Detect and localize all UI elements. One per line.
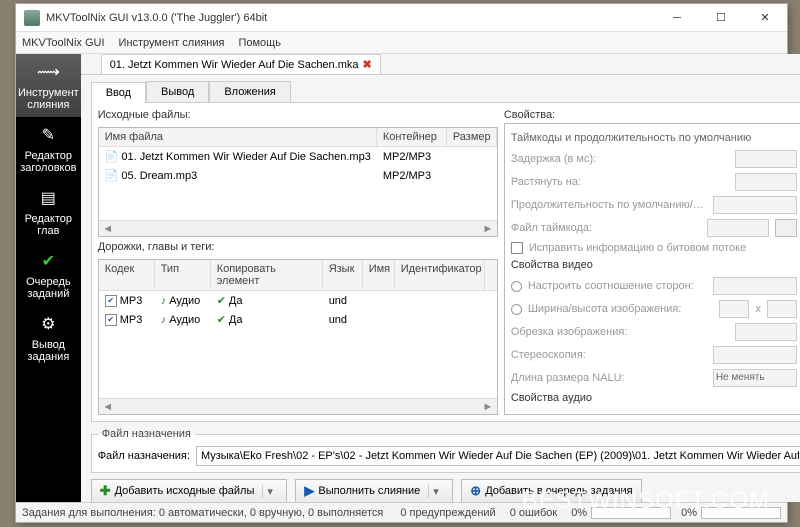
source-files-list[interactable]: Имя файла Контейнер Размер 📄01. Jetzt Ko… bbox=[98, 127, 498, 237]
file-icon: 📄 bbox=[105, 169, 119, 182]
stretch-input[interactable] bbox=[735, 173, 797, 191]
col-id[interactable]: Идентификатор bbox=[395, 260, 485, 290]
crop-input[interactable] bbox=[735, 323, 797, 341]
status-percent: 0% bbox=[681, 507, 697, 519]
fps-select[interactable] bbox=[713, 196, 797, 214]
menu-item[interactable]: MKVToolNix GUI bbox=[22, 37, 105, 49]
minimize-button[interactable]: ─ bbox=[655, 4, 699, 32]
height-input[interactable] bbox=[767, 300, 797, 318]
sidebar-item-chapter-editor[interactable]: ▤ Редактор глав bbox=[16, 180, 81, 243]
file-tab[interactable]: 01. Jetzt Kommen Wir Wieder Auf Die Sach… bbox=[101, 54, 381, 74]
source-files-label: Исходные файлы: bbox=[98, 109, 498, 121]
tab-output[interactable]: Вывод bbox=[146, 81, 209, 102]
file-icon: 📄 bbox=[105, 150, 119, 163]
merge-tool-icon: ⟿ bbox=[36, 60, 60, 84]
sidebar-item-job-queue[interactable]: ✔ Очередь заданий bbox=[16, 243, 81, 306]
browse-button[interactable] bbox=[775, 219, 797, 237]
col-codec[interactable]: Кодек bbox=[99, 260, 155, 290]
chapters-icon: ▤ bbox=[36, 186, 60, 210]
close-button[interactable]: ✕ bbox=[743, 4, 787, 32]
sidebar-item-merge[interactable]: ⟿ Инструмент слияния bbox=[16, 54, 81, 117]
menubar: MKVToolNix GUI Инструмент слияния Помощь bbox=[16, 32, 787, 54]
close-tab-icon[interactable]: ✖ bbox=[363, 58, 372, 71]
plus-icon: ✚ bbox=[100, 483, 111, 499]
fix-bitstream-checkbox[interactable] bbox=[511, 242, 523, 254]
play-icon: ▶ bbox=[304, 483, 314, 499]
check-icon: ✔ bbox=[36, 249, 60, 273]
scroll-left-icon[interactable]: ◄ bbox=[101, 222, 115, 236]
scroll-right-icon[interactable]: ► bbox=[481, 400, 495, 414]
app-window: MKVToolNix GUI v13.0.0 ('The Juggler') 6… bbox=[15, 3, 788, 523]
wh-radio[interactable] bbox=[511, 304, 522, 315]
scroll-right-icon[interactable]: ► bbox=[481, 222, 495, 236]
menu-item[interactable]: Инструмент слияния bbox=[119, 37, 225, 49]
file-tabs: 01. Jetzt Kommen Wir Wieder Auf Die Sach… bbox=[81, 54, 800, 75]
audio-icon: ♪ bbox=[161, 295, 167, 307]
progress-bar bbox=[701, 507, 781, 519]
checkmark-icon: ✔ bbox=[217, 313, 226, 326]
window-title: MKVToolNix GUI v13.0.0 ('The Juggler') 6… bbox=[46, 12, 655, 24]
checkmark-icon: ✔ bbox=[217, 294, 226, 307]
width-input[interactable] bbox=[719, 300, 749, 318]
aspect-select[interactable] bbox=[713, 277, 797, 295]
status-jobs: Задания для выполнения: 0 автоматически,… bbox=[22, 507, 400, 519]
sidebar: ⟿ Инструмент слияния ✎ Редактор заголовк… bbox=[16, 54, 81, 502]
audio-icon: ♪ bbox=[161, 314, 167, 326]
h-scrollbar[interactable]: ◄► bbox=[99, 398, 497, 414]
audio-section: Свойства аудио bbox=[511, 392, 797, 404]
tab-attachments[interactable]: Вложения bbox=[209, 81, 291, 102]
list-item[interactable]: 📄01. Jetzt Kommen Wir Wieder Auf Die Sac… bbox=[99, 147, 497, 166]
checkbox-icon[interactable]: ✔ bbox=[105, 295, 117, 307]
nalu-select[interactable]: Не менять bbox=[713, 369, 797, 387]
scroll-left-icon[interactable]: ◄ bbox=[101, 400, 115, 414]
checkbox-icon[interactable]: ✔ bbox=[105, 314, 117, 326]
app-icon bbox=[24, 10, 40, 26]
statusbar: Задания для выполнения: 0 автоматически,… bbox=[16, 502, 787, 522]
sidebar-item-header-editor[interactable]: ✎ Редактор заголовков bbox=[16, 117, 81, 180]
dest-label: Файл назначения: bbox=[98, 450, 190, 462]
status-warnings[interactable]: 0 предупреждений bbox=[400, 507, 495, 519]
sidebar-item-job-output[interactable]: ⚙ Вывод задания bbox=[16, 306, 81, 369]
status-percent: 0% bbox=[571, 507, 587, 519]
aspect-radio[interactable] bbox=[511, 281, 522, 292]
col-name[interactable]: Имя bbox=[363, 260, 395, 290]
tracks-list[interactable]: Кодек Тип Копировать элемент Язык Имя Ид… bbox=[98, 259, 498, 415]
timecodes-section: Таймкоды и продолжительность по умолчани… bbox=[511, 132, 797, 144]
properties-heading: Свойства: bbox=[504, 109, 800, 121]
col-type[interactable]: Тип bbox=[155, 260, 211, 290]
add-to-queue-button[interactable]: ⊕Добавить в очередь задания bbox=[461, 479, 641, 503]
col-size[interactable]: Размер bbox=[447, 128, 497, 146]
titlebar[interactable]: MKVToolNix GUI v13.0.0 ('The Juggler') 6… bbox=[16, 4, 787, 32]
pencil-icon: ✎ bbox=[36, 123, 60, 147]
delay-input[interactable] bbox=[735, 150, 797, 168]
add-files-button[interactable]: ✚Добавить исходные файлы▾ bbox=[91, 479, 288, 503]
chevron-down-icon[interactable]: ▾ bbox=[262, 485, 278, 498]
properties-panel[interactable]: Таймкоды и продолжительность по умолчани… bbox=[504, 123, 800, 415]
list-item[interactable]: 📄05. Dream.mp3 MP2/MP3 bbox=[99, 166, 497, 185]
col-filename[interactable]: Имя файла bbox=[99, 128, 377, 146]
progress-bar bbox=[591, 507, 671, 519]
tracks-label: Дорожки, главы и теги: bbox=[98, 241, 498, 253]
track-row[interactable]: ✔MP3 ♪Аудио ✔Да und bbox=[99, 310, 497, 329]
maximize-button[interactable]: ☐ bbox=[699, 4, 743, 32]
chevron-down-icon[interactable]: ▾ bbox=[428, 485, 444, 498]
start-merge-button[interactable]: ▶Выполнить слияние▾ bbox=[295, 479, 453, 503]
h-scrollbar[interactable]: ◄► bbox=[99, 220, 497, 236]
status-errors[interactable]: 0 ошибок bbox=[510, 507, 558, 519]
col-lang[interactable]: Язык bbox=[323, 260, 363, 290]
tab-input[interactable]: Ввод bbox=[91, 82, 146, 103]
tcfile-input[interactable] bbox=[707, 219, 769, 237]
destination-group: Файл назначения Файл назначения: bbox=[91, 428, 800, 473]
col-container[interactable]: Контейнер bbox=[377, 128, 447, 146]
col-copy[interactable]: Копировать элемент bbox=[211, 260, 323, 290]
menu-item[interactable]: Помощь bbox=[238, 37, 281, 49]
track-row[interactable]: ✔MP3 ♪Аудио ✔Да und bbox=[99, 291, 497, 310]
gear-icon: ⚙ bbox=[36, 312, 60, 336]
video-section: Свойства видео bbox=[511, 259, 797, 271]
dest-path-input[interactable] bbox=[196, 446, 800, 466]
stereo-select[interactable] bbox=[713, 346, 797, 364]
queue-icon: ⊕ bbox=[470, 483, 481, 499]
section-tabs: Ввод Вывод Вложения bbox=[91, 81, 800, 103]
